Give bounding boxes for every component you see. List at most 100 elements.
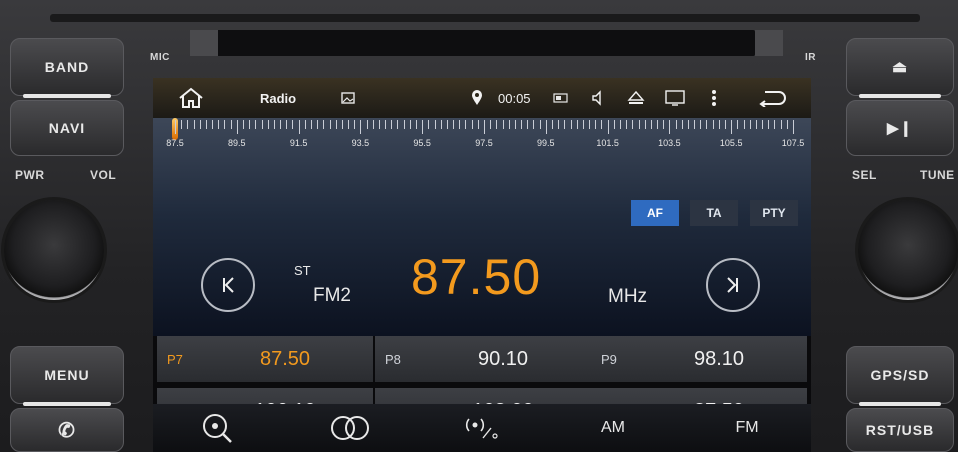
play-pause-button[interactable]: ▶❙ — [846, 100, 954, 156]
screen-icon[interactable] — [665, 78, 685, 118]
scale-tick — [601, 120, 603, 129]
scale-tick — [428, 120, 430, 129]
scale-tick — [385, 120, 387, 129]
eject-hw-button[interactable]: ⏏ — [846, 38, 954, 98]
band-indicator — [23, 94, 111, 98]
scale-tick — [669, 120, 671, 134]
scale-tick — [551, 120, 553, 129]
volume-knob[interactable] — [4, 200, 104, 300]
scale-tick — [286, 120, 288, 129]
volume-icon[interactable] — [591, 78, 607, 118]
preset-p8[interactable]: P8 90.10 — [375, 336, 591, 382]
scale-tick — [224, 120, 226, 129]
scale-tick — [465, 120, 467, 129]
af-button[interactable]: AF — [631, 200, 679, 226]
disc-slot-cap-left — [190, 30, 218, 56]
scale-label: 97.5 — [475, 138, 493, 148]
scale-tick — [731, 120, 733, 134]
bottom-bar: AM FM — [153, 404, 811, 452]
phone-icon: ✆ — [58, 419, 76, 442]
scale-tick — [484, 120, 485, 134]
scale-tick — [453, 120, 455, 129]
rds-icon[interactable] — [458, 404, 506, 452]
eject-icon[interactable] — [627, 78, 645, 118]
scale-tick — [440, 120, 442, 129]
scale-tick — [619, 120, 621, 129]
scale-tick — [175, 120, 176, 134]
disc-slot — [215, 30, 755, 56]
stereo-toggle-icon[interactable] — [323, 404, 377, 452]
menu-button[interactable]: MENU — [10, 346, 124, 406]
frequency-scale[interactable]: 87.5 89.5 91.5 93.5 95.5 97.5 99.5 101.5 103.5 10… — [153, 118, 811, 154]
scale-tick — [446, 120, 448, 129]
gallery-icon — [341, 78, 355, 118]
scale-tick — [403, 120, 405, 129]
scale-tick — [310, 120, 312, 129]
scale-tick — [663, 120, 665, 129]
scale-tick — [768, 120, 770, 129]
scale-tick — [323, 120, 325, 129]
battery-icon — [553, 78, 569, 118]
frequency-unit: MHz — [608, 286, 648, 307]
scale-tick — [521, 120, 523, 129]
preset-p7[interactable]: P7 87.50 — [157, 336, 373, 382]
tune-label: TUNE — [920, 168, 955, 182]
scale-label: 107.5 — [781, 138, 805, 148]
ir-label: IR — [805, 52, 816, 63]
fm-button[interactable]: FM — [725, 404, 769, 452]
band-label: FM2 — [313, 285, 351, 306]
phone-button[interactable]: ✆ — [10, 408, 124, 452]
back-icon[interactable] — [757, 78, 787, 118]
seek-previous-button[interactable] — [201, 258, 255, 312]
scale-tick — [675, 120, 677, 129]
scale-tick — [354, 120, 356, 129]
ta-button[interactable]: TA — [690, 200, 738, 226]
scale-tick — [267, 120, 269, 129]
home-icon[interactable] — [177, 78, 205, 118]
more-icon[interactable] — [711, 78, 717, 118]
scale-tick — [317, 120, 319, 129]
mic-label: MIC — [150, 52, 170, 63]
scale-tick — [762, 120, 764, 129]
am-button[interactable]: AM — [591, 404, 635, 452]
eject-indicator — [859, 94, 941, 98]
scale-tick — [712, 120, 714, 129]
scale-tick — [793, 120, 794, 134]
rst-usb-button[interactable]: RST/USB — [846, 408, 954, 452]
menu-indicator — [23, 402, 111, 406]
preset-frequency: 98.10 — [693, 347, 745, 370]
scale-tick — [533, 120, 535, 129]
band-button[interactable]: BAND — [10, 38, 124, 98]
scale-tick — [706, 120, 708, 129]
scale-label: 99.5 — [537, 138, 555, 148]
scale-tick — [582, 120, 584, 129]
pty-button[interactable]: PTY — [750, 200, 798, 226]
scale-tick — [212, 120, 214, 129]
navi-button[interactable]: NAVI — [10, 100, 124, 156]
scale-tick — [539, 120, 541, 129]
preset-p9[interactable]: P9 98.10 — [591, 336, 807, 382]
scale-tick — [545, 120, 547, 134]
band-button-label: BAND — [44, 59, 90, 75]
location-icon — [471, 78, 483, 118]
gps-sd-button[interactable]: GPS/SD — [846, 346, 954, 406]
menu-button-label: MENU — [44, 367, 90, 383]
scale-tick — [508, 120, 510, 129]
tune-knob[interactable] — [858, 200, 958, 300]
scale-tick — [527, 120, 529, 129]
scale-tick — [490, 120, 492, 129]
clock: 00:05 — [498, 90, 531, 106]
scale-tick — [514, 120, 516, 129]
scale-tick — [434, 120, 436, 129]
scale-tick — [755, 120, 757, 129]
search-icon[interactable] — [193, 404, 241, 452]
scale-tick — [205, 120, 207, 129]
scale-tick — [397, 120, 399, 129]
sel-label: SEL — [852, 168, 877, 182]
scale-tick — [626, 120, 628, 129]
seek-next-button[interactable] — [706, 258, 760, 312]
scale-tick — [249, 120, 251, 129]
disc-slot-cap-right — [755, 30, 783, 56]
scale-label: 89.5 — [228, 138, 246, 148]
app-title: Radio — [260, 90, 297, 106]
